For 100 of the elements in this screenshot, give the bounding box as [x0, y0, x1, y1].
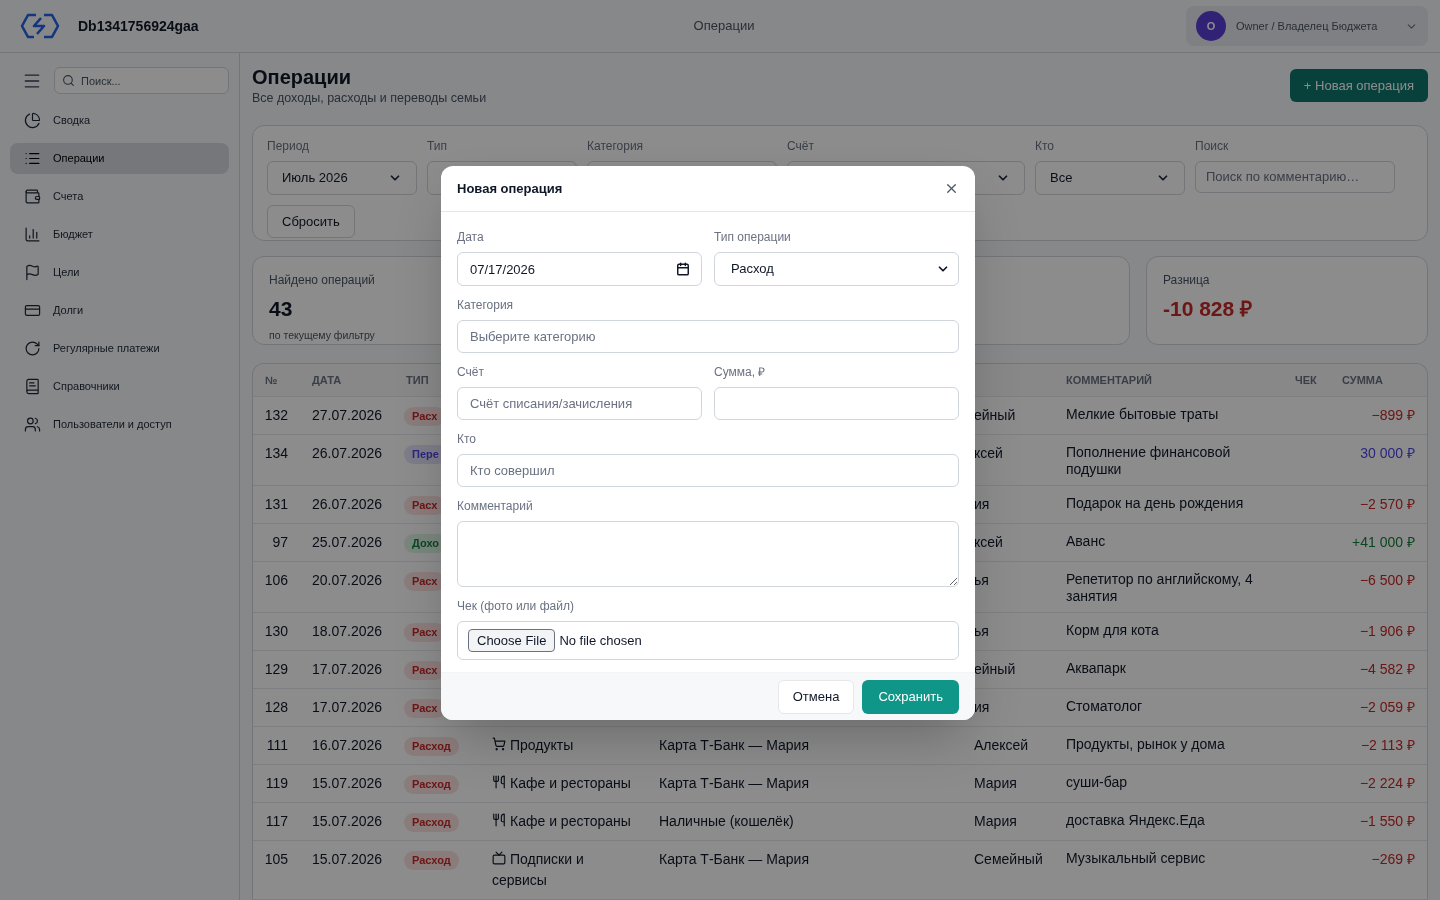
search-icon — [62, 74, 75, 87]
category-cell: Кафе и рестораны — [492, 813, 631, 829]
dialog-title: Новая операция — [457, 179, 563, 198]
card-icon — [24, 302, 41, 319]
nav-item[interactable]: Цели — [10, 257, 229, 288]
input-field[interactable]: Выберите категорию — [457, 320, 959, 353]
nav-item[interactable]: Справочники — [10, 371, 229, 402]
table-cell-text: 119 — [264, 774, 289, 793]
table-cell-text: 26.07.2026 — [311, 444, 384, 463]
close-icon[interactable] — [944, 181, 959, 196]
amount-cell-text: −4 582 ₽ — [1358, 660, 1416, 679]
card-label: Разница — [1163, 271, 1210, 289]
tv-icon — [492, 851, 506, 866]
app-name: Db1341756924gaa — [78, 16, 199, 36]
page-subtitle: Все доходы, расходы и переводы семьи — [252, 90, 487, 107]
nav-item[interactable]: Бюджет — [10, 219, 229, 250]
choose-file-button[interactable]: Choose File — [468, 628, 556, 653]
input-field[interactable]: Кто совершил — [457, 454, 959, 487]
table-cell-text: ия — [973, 495, 991, 514]
type-tag: Расход — [404, 851, 459, 870]
table-cell-text: 15.07.2026 — [311, 812, 384, 831]
table-cell: Карта Т-Банк — Мария — [659, 775, 809, 791]
filter-label: Поиск — [1195, 137, 1230, 155]
filter-label: Счёт — [787, 137, 815, 155]
logo-icon — [20, 12, 60, 40]
nav-item[interactable]: Пользователи и доступ — [10, 409, 229, 440]
comment-field[interactable] — [457, 521, 959, 587]
table-cell-text: Подарок на день рождения — [1065, 494, 1245, 513]
filter-label: Категория — [587, 137, 645, 155]
table-cell-text: 97 — [271, 533, 289, 552]
file-field[interactable]: Choose File No file chosen — [457, 621, 959, 660]
table-cell-text: 16.07.2026 — [311, 736, 384, 755]
new-operation-button[interactable]: + Новая операция — [1289, 69, 1428, 102]
table-cell-text: суши-бар — [1065, 773, 1128, 792]
type-tag: Расход — [404, 813, 459, 832]
table-cell-text: ейный — [973, 660, 1017, 679]
type-tag: Расход — [404, 775, 459, 794]
table-cell-text: 105 — [263, 850, 289, 869]
table-cell-text: Алексей — [973, 736, 1030, 755]
table-cell-text: 129 — [263, 660, 289, 679]
field-label: Сумма, ₽ — [714, 364, 767, 381]
amount-cell-text: +41 000 ₽ — [1351, 533, 1416, 552]
column-header: КОММЕНТАРИЙ — [1066, 372, 1152, 388]
table-cell: Наличные (кошелёк) — [659, 813, 794, 829]
table-cell-text: Мария — [973, 774, 1018, 793]
nav-item[interactable]: Сводка — [10, 105, 229, 136]
nav-item[interactable]: Счета — [10, 181, 229, 212]
category-cell: Кафе и рестораны — [492, 775, 631, 791]
pie-chart-icon — [24, 112, 41, 129]
filter-select[interactable]: Июль 2026 — [267, 160, 417, 195]
users-icon — [24, 416, 41, 433]
nav-item[interactable]: Долги — [10, 295, 229, 326]
amount-cell-text: −2 059 ₽ — [1358, 698, 1416, 717]
amount-cell-text: −1 550 ₽ — [1358, 812, 1416, 831]
table-cell-text: 132 — [263, 406, 289, 425]
card-label: Найдено операций — [269, 271, 375, 289]
table-cell-text: 130 — [263, 622, 289, 641]
column-header: ДАТА — [312, 372, 342, 388]
table-cell-text: Аквапарк — [1065, 659, 1127, 678]
table-cell-text: 20.07.2026 — [311, 571, 384, 590]
table-cell-text: ья — [973, 571, 990, 590]
calendar-icon — [676, 262, 690, 276]
table-cell-text: 117 — [264, 812, 289, 831]
page-title: Операции — [252, 65, 352, 89]
avatar: О — [1196, 11, 1226, 41]
reset-button[interactable]: Сбросить — [267, 204, 355, 238]
search-field[interactable]: Поиск по комментарию… — [1195, 160, 1395, 193]
table-cell-text: 25.07.2026 — [311, 533, 384, 552]
table-cell-text: 17.07.2026 — [311, 698, 384, 717]
sidebar-search[interactable]: Поиск... — [54, 67, 229, 94]
field-label: Счёт — [457, 364, 485, 381]
user-label: Owner / Владелец Бюджета — [1236, 18, 1379, 34]
nav-item[interactable]: Регулярные платежи — [10, 333, 229, 364]
cancel-button[interactable]: Отмена — [777, 679, 855, 714]
cutlery-icon — [492, 775, 506, 790]
amount-cell-text: −2 113 ₽ — [1359, 736, 1416, 755]
table-cell-text: Семейный — [973, 850, 1044, 869]
category-cell: Продукты — [492, 737, 574, 753]
table-cell-text: 106 — [263, 571, 289, 590]
nav-item[interactable]: Операции — [10, 143, 229, 174]
filter-label: Тип — [427, 137, 448, 155]
filter-label: Период — [267, 137, 311, 155]
input-field[interactable] — [714, 387, 959, 420]
table-cell-text: ксей — [973, 533, 1004, 552]
field-label: Комментарий — [457, 498, 534, 515]
table-cell-text: 111 — [265, 736, 289, 755]
cutlery-icon — [492, 813, 506, 828]
save-button[interactable]: Сохранить — [862, 679, 959, 714]
column-header: ТИП — [406, 372, 429, 388]
filter-select[interactable]: Все — [1035, 160, 1185, 195]
input-field[interactable]: Счёт списания/зачисления — [457, 387, 702, 420]
refresh-icon — [24, 340, 41, 357]
user-menu[interactable]: О Owner / Владелец Бюджета — [1186, 6, 1428, 46]
type-select[interactable]: Расход — [714, 252, 959, 286]
table-cell-text: 128 — [263, 698, 289, 717]
amount-cell-text: −2 224 ₽ — [1358, 774, 1416, 793]
table-cell-text: Корм для кота — [1065, 621, 1160, 640]
table-cell-text: Мелкие бытовые траты — [1065, 405, 1220, 424]
date-field[interactable]: 07/17/2026 — [457, 252, 702, 286]
amount-cell-text: 30 000 ₽ — [1359, 444, 1416, 463]
